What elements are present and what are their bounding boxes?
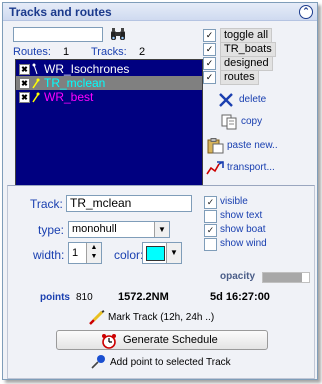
add-point-label: Add point to selected Track [110, 357, 231, 368]
checkbox-icon: ✓ [204, 224, 217, 237]
routes-checkbox[interactable]: ✓ routes [203, 70, 283, 85]
panel-titlebar: Tracks and routes ⌃ [3, 3, 317, 21]
paste-icon [207, 138, 225, 154]
track-label: Track: [30, 197, 63, 211]
delete-label: delete [239, 94, 267, 105]
paste-new-label: paste new.. [227, 140, 278, 151]
list-item[interactable]: ✖ WR_best [16, 90, 202, 104]
track-properties-section: Track: TR_mclean type: monohull ▼ width:… [7, 185, 315, 379]
checkbox-icon: ✓ [203, 71, 216, 84]
width-stepper[interactable]: 1 ▲ ▼ [68, 242, 102, 264]
delete-x-icon [217, 92, 235, 108]
transport-route-icon [205, 160, 224, 176]
track-name-input[interactable]: TR_mclean [66, 195, 192, 212]
designed-checkbox[interactable]: ✓ designed [203, 56, 283, 71]
opacity-label: opacity [220, 271, 256, 282]
color-label: color: [114, 248, 144, 262]
copy-button[interactable]: copy [221, 114, 291, 130]
points-label: points [40, 292, 70, 303]
routes-count: 1 [63, 46, 70, 58]
show-wind-label: show wind [220, 238, 267, 249]
track-route-list[interactable]: ✖ WR_Isochrones ✖ TR_mclean ✖ WR_best [15, 59, 203, 189]
checkbox-icon [204, 210, 217, 223]
checkbox-icon: ✓ [203, 29, 216, 42]
collapse-icon[interactable]: ⌃ [299, 5, 313, 19]
generate-schedule-label: Generate Schedule [123, 334, 218, 346]
binoculars-icon[interactable] [109, 26, 127, 42]
show-boat-label: show boat [220, 224, 266, 235]
transport-button[interactable]: transport... [205, 160, 305, 176]
chevron-down-icon: ▼ [154, 222, 169, 237]
opacity-slider[interactable] [262, 272, 310, 283]
route-pin-icon [32, 63, 40, 75]
show-text-checkbox[interactable]: show text [204, 210, 294, 223]
checkbox-icon [204, 238, 217, 251]
track-pin-icon [32, 91, 40, 103]
routes-toggle-label: routes [220, 70, 259, 85]
chevron-down-icon: ▼ [166, 243, 181, 263]
list-item[interactable]: ✖ WR_Isochrones [16, 62, 202, 76]
show-wind-checkbox[interactable]: show wind [204, 238, 294, 251]
list-item-label: TR_mclean [44, 76, 106, 90]
type-select[interactable]: monohull ▼ [68, 221, 170, 238]
track-duration: 5d 16:27:00 [210, 291, 270, 303]
paste-new-button[interactable]: paste new.. [207, 138, 297, 154]
copy-label: copy [241, 116, 263, 127]
add-point-button[interactable]: Add point to selected Track [90, 354, 290, 370]
checkbox-icon: ✓ [203, 57, 216, 70]
color-picker[interactable]: ▼ [142, 242, 182, 264]
visible-checkbox[interactable]: ✓ visible [204, 196, 294, 209]
mark-track-label: Mark Track (12h, 24h ..) [108, 312, 215, 323]
toggle-all-checkbox[interactable]: ✓ toggle all [203, 28, 283, 43]
show-boat-checkbox[interactable]: ✓ show boat [204, 224, 294, 237]
mark-track-button[interactable]: Mark Track (12h, 24h ..) [88, 310, 288, 326]
width-label: width: [33, 248, 65, 262]
tracks-count: 2 [139, 46, 146, 58]
opacity-slider-fill [263, 273, 303, 282]
track-distance: 1572.2NM [118, 291, 169, 303]
search-input[interactable] [13, 27, 103, 42]
list-item[interactable]: ✖ TR_mclean [16, 76, 202, 90]
track-pin-icon [32, 77, 40, 89]
routes-label: Routes: [13, 46, 51, 58]
checkbox-icon[interactable]: ✖ [19, 78, 30, 89]
tr-boats-label: TR_boats [220, 42, 276, 57]
pushpin-icon [90, 354, 108, 370]
checkbox-icon[interactable]: ✖ [19, 92, 30, 103]
tr-boats-checkbox[interactable]: ✓ TR_boats [203, 42, 283, 57]
tracks-routes-panel: Tracks and routes ⌃ Routes: 1 Tracks: 2 … [2, 2, 318, 380]
stepper-arrows-icon[interactable]: ▲ ▼ [86, 243, 101, 263]
width-value: 1 [72, 247, 79, 259]
list-item-label: WR_best [44, 90, 94, 104]
checkbox-icon: ✓ [203, 43, 216, 56]
delete-button[interactable]: delete [217, 92, 287, 108]
checkbox-icon[interactable]: ✖ [19, 64, 30, 75]
checkbox-icon: ✓ [204, 196, 217, 209]
toggle-all-label: toggle all [220, 28, 273, 43]
visible-label: visible [220, 196, 248, 207]
marker-pen-icon [88, 310, 106, 326]
designed-label: designed [220, 56, 273, 71]
points-value: 810 [76, 292, 93, 303]
copy-icon [221, 114, 239, 130]
type-label: type: [38, 223, 65, 237]
generate-schedule-button[interactable]: Generate Schedule [56, 330, 268, 350]
type-select-value: monohull [72, 223, 117, 235]
color-swatch [146, 246, 165, 261]
list-item-label: WR_Isochrones [44, 62, 130, 76]
transport-label: transport... [227, 162, 275, 173]
alarm-clock-icon [101, 333, 117, 349]
panel-title: Tracks and routes [9, 5, 112, 19]
tracks-label: Tracks: [91, 46, 127, 58]
show-text-label: show text [220, 210, 263, 221]
